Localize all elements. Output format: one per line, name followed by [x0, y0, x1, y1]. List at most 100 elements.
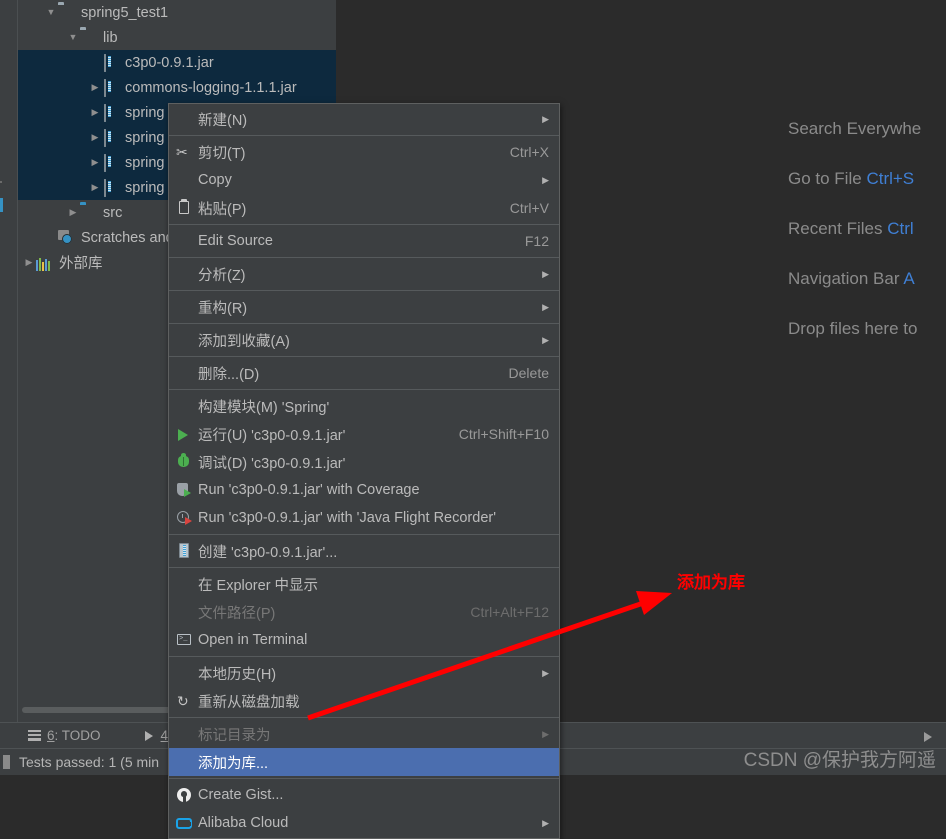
menu-item[interactable]: >_ Open in Terminal	[169, 626, 559, 654]
play-icon	[178, 429, 188, 441]
tree-row[interactable]: c3p0-0.9.1.jar	[18, 50, 336, 75]
context-menu[interactable]: 新建(N) ▶ ✂ 剪切(T) Ctrl+X Copy ▶ 粘贴(P) Ctrl+V Edit S…	[168, 103, 560, 839]
tree-row-label: spring	[125, 129, 165, 146]
menu-item-label: 在 Explorer 中显示	[198, 577, 319, 594]
gutter-accent-marker	[0, 198, 3, 212]
tree-row[interactable]: spring5_test1	[18, 0, 336, 25]
menu-item-icon	[173, 199, 195, 217]
menu-item[interactable]: 添加为库...	[169, 748, 559, 776]
menu-separator	[169, 389, 559, 390]
menu-item-icon	[173, 364, 195, 382]
menu-separator	[169, 356, 559, 357]
menu-item-label: 添加到收藏(A)	[198, 333, 290, 350]
chevron-right-icon[interactable]	[88, 108, 102, 117]
menu-separator	[169, 135, 559, 136]
menu-item-icon	[173, 171, 195, 189]
menu-separator	[169, 717, 559, 718]
menu-item-icon	[173, 110, 195, 128]
menu-item-shortcut: Ctrl+X	[509, 144, 549, 160]
alibaba-cloud-icon	[176, 818, 192, 829]
tree-row[interactable]: commons-logging-1.1.1.jar	[18, 75, 336, 100]
tree-row-label: commons-logging-1.1.1.jar	[125, 79, 297, 96]
menu-item[interactable]: Run 'c3p0-0.9.1.jar' with 'Java Flight R…	[169, 504, 559, 532]
menu-item: 标记目录为 ▶	[169, 720, 559, 748]
bottom-bar-item-label: : TODO	[54, 728, 101, 743]
folder-icon	[58, 5, 76, 21]
menu-separator	[169, 567, 559, 568]
tree-row[interactable]: lib	[18, 25, 336, 50]
menu-item-icon	[173, 575, 195, 593]
jar-icon	[102, 53, 120, 72]
submenu-chevron-right-icon: ▶	[542, 334, 549, 345]
menu-separator	[169, 656, 559, 657]
chevron-right-icon[interactable]	[88, 183, 102, 192]
menu-item-label: 添加为库...	[198, 755, 269, 772]
chevron-down-icon[interactable]	[66, 33, 80, 42]
chevron-right-icon[interactable]	[66, 208, 80, 217]
menu-item-icon	[173, 753, 195, 771]
menu-item[interactable]: 粘贴(P) Ctrl+V	[169, 194, 559, 222]
chevron-right-icon[interactable]	[88, 133, 102, 142]
menu-item[interactable]: Copy ▶	[169, 166, 559, 194]
jar-icon	[179, 543, 189, 558]
menu-item-icon	[173, 814, 195, 832]
menu-separator	[169, 257, 559, 258]
menu-item-icon	[173, 542, 195, 560]
editor-hints: Search Everywhe Go to File Ctrl+S Recent…	[788, 104, 946, 354]
chevron-right-icon[interactable]	[22, 258, 36, 267]
menu-item[interactable]: Run 'c3p0-0.9.1.jar' with Coverage	[169, 476, 559, 504]
menu-item[interactable]: 运行(U) 'c3p0-0.9.1.jar' Ctrl+Shift+F10	[169, 420, 559, 448]
menu-item[interactable]: ✂ 剪切(T) Ctrl+X	[169, 138, 559, 166]
submenu-chevron-right-icon: ▶	[542, 174, 549, 185]
submenu-chevron-right-icon: ▶	[542, 268, 549, 279]
menu-item-icon	[173, 664, 195, 682]
tree-row-label: spring5_test1	[81, 4, 169, 21]
menu-item-label: Copy	[198, 172, 232, 188]
menu-item[interactable]: Edit Source F12	[169, 227, 559, 255]
menu-item-label: 调试(D) 'c3p0-0.9.1.jar'	[198, 455, 346, 472]
menu-item-label: 文件路径(P)	[198, 605, 276, 622]
menu-item-shortcut: Ctrl+Shift+F10	[458, 426, 549, 442]
menu-item[interactable]: 创建 'c3p0-0.9.1.jar'...	[169, 537, 559, 565]
hint-row: Drop files here to	[788, 304, 946, 354]
menu-item-label: 删除...(D)	[198, 366, 260, 383]
menu-item[interactable]: ↻ 重新从磁盘加载	[169, 687, 559, 715]
bottom-bar-item-number: 4	[160, 728, 169, 743]
tree-row-label: 外部库	[59, 256, 103, 272]
menu-item[interactable]: 添加到收藏(A) ▶	[169, 326, 559, 354]
menu-item[interactable]: 本地历史(H) ▶	[169, 659, 559, 687]
menu-item-label: Alibaba Cloud	[198, 815, 289, 831]
submenu-chevron-right-icon: ▶	[542, 667, 549, 678]
clipboard-icon	[179, 199, 189, 214]
menu-item[interactable]: 在 Explorer 中显示	[169, 570, 559, 598]
menu-item-label: 运行(U) 'c3p0-0.9.1.jar'	[198, 427, 346, 444]
submenu-chevron-right-icon: ▶	[542, 728, 549, 739]
jar-icon	[102, 103, 120, 122]
watermark: CSDN @保护我方阿遥	[743, 750, 936, 771]
tree-row-label: src	[103, 204, 123, 221]
menu-item-label: 重构(R)	[198, 300, 248, 317]
menu-item[interactable]: Create Gist...	[169, 781, 559, 809]
menu-item-label: Run 'c3p0-0.9.1.jar' with 'Java Flight R…	[198, 510, 496, 526]
menu-item[interactable]: 调试(D) 'c3p0-0.9.1.jar'	[169, 448, 559, 476]
external-libraries-icon	[36, 255, 54, 271]
expand-arrow-icon[interactable]	[924, 732, 932, 742]
chevron-right-icon[interactable]	[88, 158, 102, 167]
hint-row: Search Everywhe	[788, 104, 946, 154]
bottom-bar-item-todo[interactable]: 6 : TODO	[28, 723, 113, 748]
chevron-right-icon[interactable]	[88, 83, 102, 92]
reload-icon: ↻	[177, 693, 189, 709]
menu-item-label: Run 'c3p0-0.9.1.jar' with Coverage	[198, 482, 420, 498]
menu-item[interactable]: 构建模块(M) 'Spring'	[169, 392, 559, 420]
menu-item[interactable]: 新建(N) ▶	[169, 105, 559, 133]
menu-item[interactable]: 分析(Z) ▶	[169, 260, 559, 288]
menu-item[interactable]: 删除...(D) Delete	[169, 359, 559, 387]
menu-item-label: 分析(Z)	[198, 267, 246, 284]
menu-item-icon	[173, 298, 195, 316]
tree-row-label: spring	[125, 154, 165, 171]
status-bar-text: Tests passed: 1 (5 min	[19, 754, 160, 770]
chevron-down-icon[interactable]	[44, 8, 58, 17]
menu-item[interactable]: Alibaba Cloud ▶	[169, 809, 559, 837]
menu-item[interactable]: 重构(R) ▶	[169, 293, 559, 321]
menu-item-icon	[173, 331, 195, 349]
